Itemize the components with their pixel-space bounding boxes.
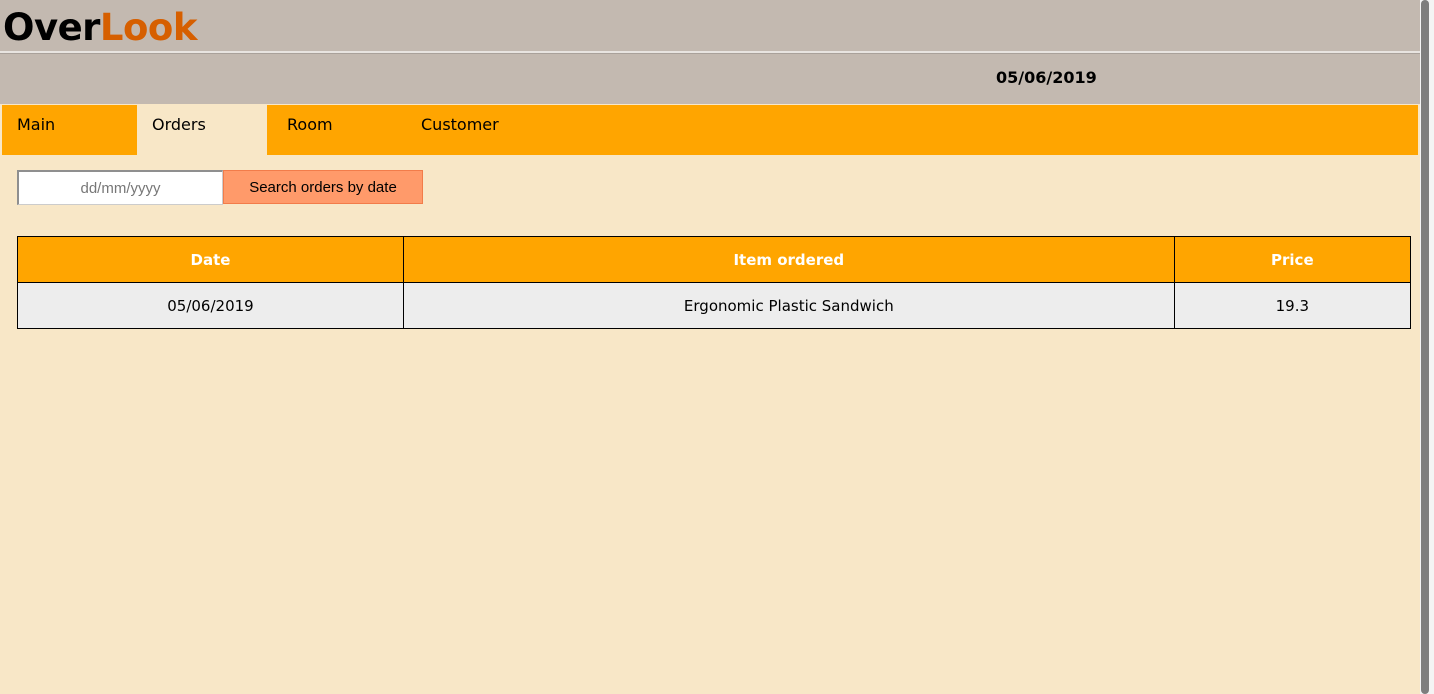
column-header-item: Item ordered (402, 236, 1175, 283)
page: OverLook 05/06/2019 Main Orders Room Cus… (0, 0, 1434, 694)
tab-orders[interactable]: Orders (137, 105, 267, 155)
order-date-input[interactable] (17, 170, 223, 205)
brand-logo-part1: Over (3, 6, 100, 49)
cell-item: Ergonomic Plastic Sandwich (402, 282, 1175, 329)
current-date: 05/06/2019 (996, 68, 1097, 87)
tab-bar: Main Orders Room Customer (2, 105, 1418, 155)
table-row: 05/06/2019 Ergonomic Plastic Sandwich 19… (17, 282, 1412, 329)
column-header-date: Date (17, 236, 404, 283)
cell-date: 05/06/2019 (17, 282, 404, 329)
header-divider (0, 51, 1420, 54)
search-orders-button[interactable]: Search orders by date (223, 170, 423, 204)
tab-main[interactable]: Main (2, 105, 137, 155)
tab-room[interactable]: Room (272, 105, 402, 155)
orders-table: Date Item ordered Price 05/06/2019 Ergon… (17, 236, 1412, 329)
brand-logo: OverLook (3, 6, 197, 50)
column-header-price: Price (1173, 236, 1412, 283)
vertical-scrollbar[interactable] (1420, 0, 1434, 694)
brand-logo-part2: Look (99, 6, 198, 49)
table-header-row: Date Item ordered Price (17, 236, 1412, 283)
scrollbar-thumb[interactable] (1421, 0, 1429, 694)
header: OverLook 05/06/2019 (0, 0, 1420, 104)
tab-customer[interactable]: Customer (406, 105, 546, 155)
cell-price: 19.3 (1173, 282, 1412, 329)
